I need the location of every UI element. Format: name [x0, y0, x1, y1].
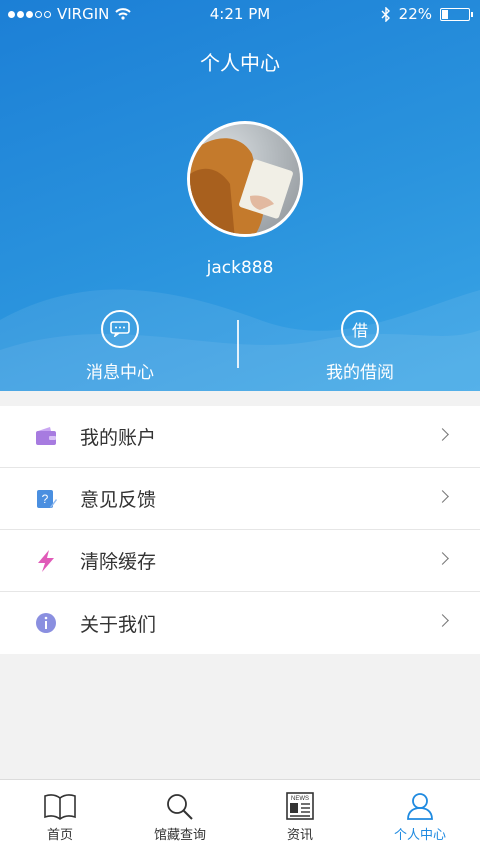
battery-percent: 22%: [398, 5, 432, 23]
my-borrowing-button[interactable]: 借 我的借阅: [240, 310, 480, 383]
borrow-icon: 借: [341, 310, 379, 348]
message-center-button[interactable]: 消息中心: [0, 310, 240, 383]
quick-actions-divider: [237, 320, 239, 368]
tab-label: 馆藏查询: [153, 828, 206, 843]
tab-collection-search[interactable]: 馆藏查询: [120, 780, 240, 854]
page-title: 个人中心: [200, 51, 280, 75]
chevron-right-icon: [436, 552, 449, 565]
bottom-tab-bar: 首页 馆藏查询 NEWS 资讯 个人中心: [0, 779, 480, 854]
profile-header: VIRGIN 4:21 PM 22% 个人中心 jack888 消息中心 借 我…: [0, 0, 480, 391]
chevron-right-icon: [436, 490, 449, 503]
book-icon: [44, 794, 76, 820]
tab-label: 资讯: [286, 828, 313, 843]
svg-text:?: ?: [42, 492, 49, 506]
newspaper-icon-label: NEWS: [291, 796, 309, 802]
battery-icon: [440, 7, 473, 21]
chat-bubble-icon: [101, 310, 139, 348]
tab-home[interactable]: 首页: [0, 780, 120, 854]
tab-personal-center[interactable]: 个人中心: [360, 780, 480, 854]
wallet-icon: [36, 427, 56, 445]
menu-item-label: 我的账户: [80, 427, 157, 449]
tab-label: 首页: [46, 828, 73, 843]
bluetooth-icon: [381, 6, 390, 22]
lightning-icon: [38, 550, 54, 572]
feedback-icon: ?: [37, 490, 57, 508]
newspaper-icon: NEWS: [286, 792, 314, 820]
status-bar: VIRGIN 4:21 PM 22%: [0, 0, 480, 28]
info-icon: [36, 613, 56, 633]
tab-label: 个人中心: [393, 828, 446, 843]
menu-item-about-us[interactable]: 关于我们: [0, 592, 480, 654]
chevron-right-icon: [436, 428, 449, 441]
menu-item-label: 清除缓存: [80, 551, 157, 573]
avatar[interactable]: [187, 121, 303, 237]
person-icon: [407, 793, 433, 820]
menu-item-clear-cache[interactable]: 清除缓存: [0, 530, 480, 592]
menu-item-label: 关于我们: [80, 613, 157, 636]
avatar-photo: [190, 138, 293, 234]
settings-menu: 我的账户 ? 意见反馈 清除缓存 关于我们: [0, 406, 480, 654]
menu-item-feedback[interactable]: ? 意见反馈: [0, 468, 480, 530]
my-borrowing-label: 我的借阅: [326, 363, 394, 383]
menu-item-my-account[interactable]: 我的账户: [0, 406, 480, 468]
chevron-right-icon: [436, 614, 449, 627]
search-icon: [167, 794, 193, 820]
battery-level: [442, 9, 448, 19]
username: jack888: [206, 258, 274, 278]
menu-item-label: 意见反馈: [80, 489, 157, 511]
message-center-label: 消息中心: [86, 363, 154, 383]
tab-news[interactable]: NEWS 资讯: [240, 780, 360, 854]
